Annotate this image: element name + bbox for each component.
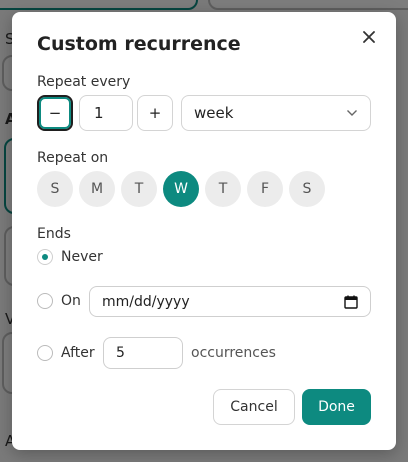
close-icon xyxy=(363,31,375,43)
occurrences-label: occurrences xyxy=(191,345,276,361)
ends-never-option[interactable]: Never xyxy=(37,249,103,265)
chevron-down-icon xyxy=(347,110,357,116)
ends-after-radio[interactable] xyxy=(37,345,53,361)
done-button[interactable]: Done xyxy=(302,389,371,425)
end-date-placeholder: mm/dd/yyyy xyxy=(102,293,190,310)
ends-on-label: On xyxy=(61,293,81,309)
weekday-tuesday[interactable]: T xyxy=(121,171,157,207)
increment-button[interactable]: + xyxy=(137,95,173,131)
occurrences-input[interactable]: 5 xyxy=(103,337,183,369)
weekday-friday[interactable]: F xyxy=(247,171,283,207)
weekday-sunday[interactable]: S xyxy=(37,171,73,207)
weekday-picker: S M T W T F S xyxy=(37,171,325,207)
weekday-monday[interactable]: M xyxy=(79,171,115,207)
close-button[interactable] xyxy=(359,27,379,47)
repeat-on-label: Repeat on xyxy=(37,150,109,166)
ends-label: Ends xyxy=(37,226,71,242)
decrement-button[interactable]: − xyxy=(37,95,73,131)
weekday-wednesday[interactable]: W xyxy=(163,171,199,207)
ends-on-radio[interactable] xyxy=(37,293,53,309)
repeat-every-label: Repeat every xyxy=(37,74,131,90)
end-date-input[interactable]: mm/dd/yyyy xyxy=(89,286,371,317)
ends-on-option[interactable]: On xyxy=(37,293,81,309)
interval-input[interactable]: 1 xyxy=(79,95,133,131)
frequency-select-value: week xyxy=(194,104,234,122)
ends-never-label: Never xyxy=(61,249,103,265)
ends-after-option[interactable]: After xyxy=(37,345,95,361)
calendar-icon[interactable] xyxy=(344,295,358,309)
ends-after-label: After xyxy=(61,345,95,361)
weekday-saturday[interactable]: S xyxy=(289,171,325,207)
cancel-button[interactable]: Cancel xyxy=(213,389,295,425)
dialog-title: Custom recurrence xyxy=(37,33,241,55)
custom-recurrence-dialog: Custom recurrence Repeat every − 1 + wee… xyxy=(12,12,396,450)
ends-never-radio[interactable] xyxy=(37,249,53,265)
weekday-thursday[interactable]: T xyxy=(205,171,241,207)
frequency-select[interactable]: week xyxy=(181,95,371,131)
